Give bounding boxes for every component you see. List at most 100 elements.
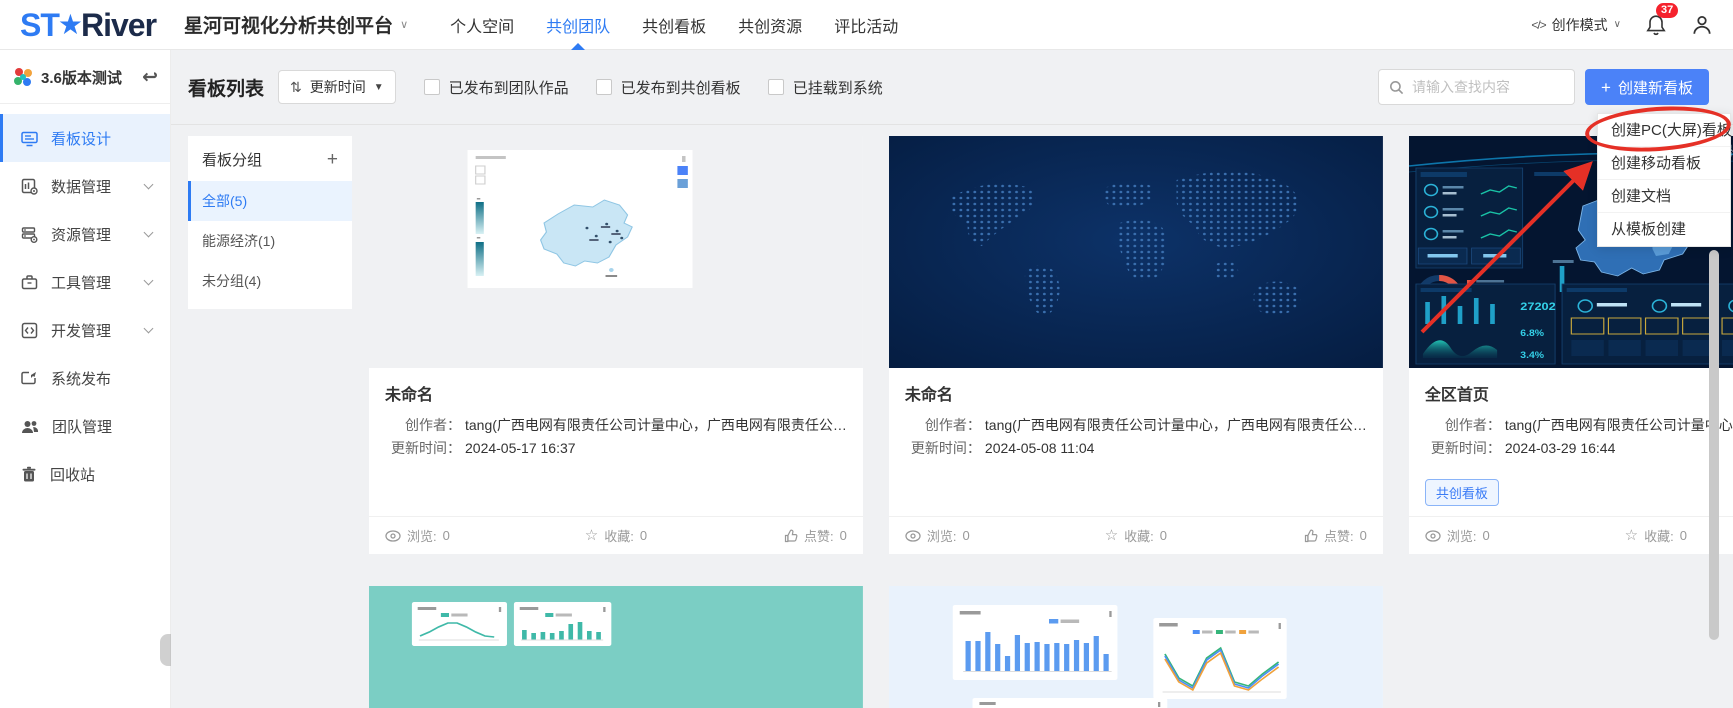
likes-stat[interactable]: 点赞: 0 (693, 526, 847, 545)
back-arrow-icon[interactable]: ↩ (142, 68, 158, 87)
team-name: 3.6版本测试 (41, 67, 137, 88)
add-group-button[interactable]: + (327, 150, 338, 169)
vertical-scrollbar[interactable] (1709, 250, 1719, 640)
board-thumbnail[interactable] (369, 136, 863, 368)
group-item-energy-economy[interactable]: 能源经济(1) (188, 221, 352, 261)
board-card (369, 586, 863, 708)
sort-label: 更新时间 (310, 77, 366, 97)
nav-review-activity[interactable]: 评比活动 (834, 0, 898, 50)
nav-co-creation-board[interactable]: 共创看板 (642, 0, 706, 50)
views-stat[interactable]: 浏览: 0 (385, 526, 539, 545)
sidebar-menu: 看板设计 数据管理 (0, 104, 170, 498)
app-logo[interactable]: ST★River (20, 9, 156, 41)
platform-title[interactable]: 星河可视化分析共创平台 (184, 11, 393, 38)
search-box[interactable] (1378, 69, 1575, 105)
checkbox[interactable] (424, 79, 440, 95)
eye-icon (905, 530, 921, 542)
team-logo-icon (10, 64, 36, 90)
trash-icon (21, 466, 37, 483)
account-button[interactable] (1691, 14, 1713, 36)
create-board-button[interactable]: + 创建新看板 (1585, 69, 1709, 105)
likes-value: 0 (1360, 528, 1367, 543)
eye-icon (1425, 530, 1441, 542)
sidebar-item-system-publish[interactable]: 系统发布 (0, 354, 170, 402)
sidebar-item-team-management[interactable]: 团队管理 (0, 402, 170, 450)
board-card (889, 586, 1383, 708)
creator-value: tang(广西电网有限责任公司计量中心，广西电网有限责任公… (985, 414, 1367, 437)
creator-value: tang(广西电网有限责任公司计量中心，广西电网有限责任公… (465, 414, 847, 437)
star-icon: ☆ (585, 528, 598, 543)
sort-dropdown[interactable]: ⇅ 更新时间 ▼ (278, 70, 396, 104)
group-item-all[interactable]: 全部(5) (188, 181, 352, 221)
likes-label: 点赞: (1324, 526, 1354, 545)
star-icon: ☆ (1625, 528, 1638, 543)
sidebar-item-recycle-bin[interactable]: 回收站 (0, 450, 170, 498)
search-icon (1389, 80, 1404, 95)
sidebar-collapse-handle[interactable] (160, 634, 171, 666)
menu-item-create-pc-board[interactable]: 创建PC(大屏)看板 (1598, 114, 1730, 147)
board-stats: 浏览: 0 ☆ 收藏: 0 点赞: (1409, 516, 1733, 554)
favorites-stat[interactable]: ☆ 收藏: 0 (1059, 526, 1213, 545)
checkbox[interactable] (596, 79, 612, 95)
plus-icon: + (1601, 79, 1611, 96)
group-item-ungrouped[interactable]: 未分组(4) (188, 261, 352, 301)
board-thumbnail[interactable] (369, 586, 863, 708)
menu-item-create-document[interactable]: 创建文档 (1598, 180, 1730, 213)
views-stat[interactable]: 浏览: 0 (905, 526, 1059, 545)
updated-label: 更新时间： (385, 437, 461, 460)
board-title[interactable]: 未命名 (905, 381, 1367, 405)
chevron-down-icon (144, 323, 154, 333)
resource-icon (21, 226, 38, 243)
board-thumbnail[interactable] (889, 586, 1383, 708)
views-label: 浏览: (407, 526, 437, 545)
board-card: 未命名 创作者： tang(广西电网有限责任公司计量中心，广西电网有限责任公… … (889, 136, 1383, 554)
top-header: ST★River 星河可视化分析共创平台 ∨ 个人空间 共创团队 共创看板 共创… (0, 0, 1733, 50)
likes-stat[interactable]: 点赞: 0 (1213, 526, 1367, 545)
sidebar-item-data-management[interactable]: 数据管理 (0, 162, 170, 210)
favorites-label: 收藏: (1124, 526, 1154, 545)
publish-icon (21, 370, 38, 387)
menu-item-create-from-template[interactable]: 从模板创建 (1598, 213, 1730, 246)
board-content: 看板分组 + 全部(5) 能源经济(1) 未分组(4) (171, 125, 1733, 708)
nav-co-creation-team[interactable]: 共创团队 (546, 0, 610, 50)
nav-personal-space[interactable]: 个人空间 (450, 0, 514, 50)
creator-label: 创作者： (1425, 414, 1501, 437)
favorites-label: 收藏: (1644, 526, 1674, 545)
board-title[interactable]: 未命名 (385, 381, 847, 405)
sidebar-item-board-design[interactable]: 看板设计 (0, 114, 170, 162)
left-sidebar: 3.6版本测试 ↩ 看板设计 (0, 50, 171, 708)
notifications-button[interactable]: 37 (1645, 13, 1667, 37)
chevron-down-icon: ∨ (1614, 19, 1621, 30)
views-stat[interactable]: 浏览: 0 (1425, 526, 1579, 545)
nav-co-creation-resource[interactable]: 共创资源 (738, 0, 802, 50)
star-icon: ☆ (1105, 528, 1118, 543)
sidebar-item-resource-management[interactable]: 资源管理 (0, 210, 170, 258)
app-window: ST★River 星河可视化分析共创平台 ∨ 个人空间 共创团队 共创看板 共创… (0, 0, 1733, 708)
sidebar-item-tool-management[interactable]: 工具管理 (0, 258, 170, 306)
board-card: 未命名 创作者： tang(广西电网有限责任公司计量中心，广西电网有限责任公… … (369, 136, 863, 554)
filter-mounted-to-system[interactable]: 已挂载到系统 (768, 77, 883, 98)
create-board-dropdown-menu: 创建PC(大屏)看板 创建移动看板 创建文档 从模板创建 (1597, 113, 1731, 247)
cocreation-board-badge: 共创看板 (1425, 479, 1499, 506)
views-value: 0 (1482, 528, 1489, 543)
board-title[interactable]: 全区首页 (1425, 381, 1733, 405)
checkbox[interactable] (768, 79, 784, 95)
filter-published-to-cocreation[interactable]: 已发布到共创看板 (596, 77, 741, 98)
views-value: 0 (443, 528, 450, 543)
board-group-header: 看板分组 + (188, 136, 352, 181)
sidebar-item-dev-management[interactable]: 开发管理 (0, 306, 170, 354)
filter-published-to-team[interactable]: 已发布到团队作品 (424, 77, 569, 98)
board-stats: 浏览: 0 ☆ 收藏: 0 点赞: (369, 516, 863, 554)
create-board-button-label: 创建新看板 (1618, 77, 1693, 98)
main-area: 看板列表 ⇅ 更新时间 ▼ 已发布到团队作品 已发布到共创看板 已挂载到系统 (171, 50, 1733, 708)
updated-row: 更新时间： 2024-03-29 16:44 (1425, 437, 1733, 460)
views-label: 浏览: (927, 526, 957, 545)
favorites-stat[interactable]: ☆ 收藏: 0 (539, 526, 693, 545)
board-thumbnail[interactable] (889, 136, 1383, 368)
sidebar-item-label: 数据管理 (51, 176, 111, 197)
menu-item-create-mobile-board[interactable]: 创建移动看板 (1598, 147, 1730, 180)
creation-mode-switch[interactable]: </> 创作模式 ∨ (1531, 15, 1621, 35)
chevron-down-icon[interactable]: ∨ (400, 18, 408, 31)
sidebar-item-label: 工具管理 (51, 272, 111, 293)
search-input[interactable] (1412, 79, 1564, 95)
